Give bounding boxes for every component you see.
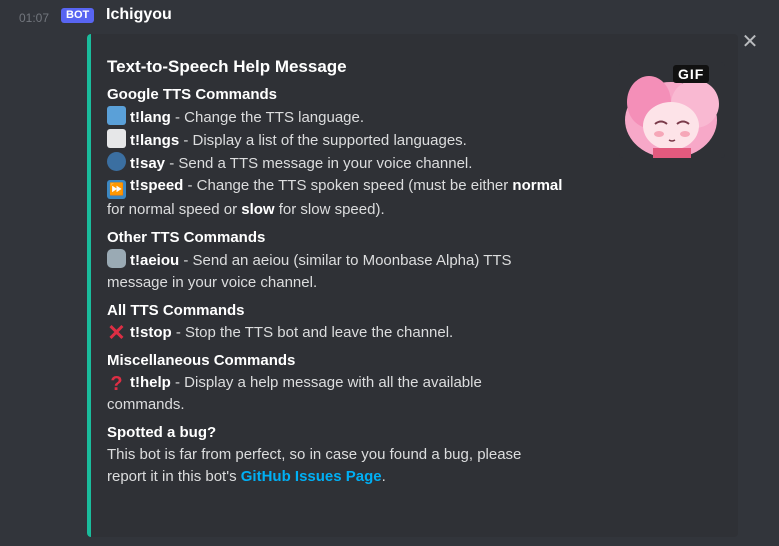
cmd-aeiou-desc-1: - Send an aeiou (similar to Moonbase Alp…	[179, 252, 512, 269]
gif-badge: GIF	[673, 65, 710, 83]
bot-tag: BOT	[61, 8, 95, 23]
cmd-speed-desc-3: for slow speed).	[274, 201, 385, 218]
close-icon[interactable]: ✕	[741, 32, 759, 52]
cmd-speed-desc-1: - Change the TTS spoken speed (must be e…	[183, 177, 513, 194]
cmd-speed-slow: slow	[241, 201, 275, 218]
embed-content: Text-to-Speech Help Message Google TTS C…	[107, 56, 627, 488]
cmd-aeiou-line: t!aeiou - Send an aeiou (similar to Moon…	[107, 249, 627, 294]
cmd-help-desc-1: - Display a help message with all the av…	[170, 374, 482, 391]
speaking-head-icon	[107, 152, 126, 171]
embed-thumbnail-gif[interactable]: GIF	[619, 62, 725, 158]
field-misc: Miscellaneous Commands	[107, 352, 296, 369]
cmd-stop-desc: - Stop the TTS bot and leave the channel…	[171, 324, 454, 341]
cmd-speed-normal: normal	[512, 177, 563, 194]
bug-line-1: This bot is far from perfect, so in case…	[107, 446, 522, 463]
cmd-lang-line: t!lang - Change the TTS language.	[107, 106, 627, 129]
cmd-help-line: ? t!help - Display a help message with al…	[107, 372, 627, 416]
cmd-lang: t!lang	[130, 109, 171, 126]
embed-title: Text-to-Speech Help Message	[107, 57, 347, 76]
cmd-aeiou: t!aeiou	[130, 252, 180, 269]
cmd-help-desc-2: commands.	[107, 396, 185, 413]
cmd-langs-desc: - Display a list of the supported langua…	[179, 132, 467, 149]
page-icon	[107, 129, 126, 148]
cmd-say: t!say	[130, 155, 166, 172]
field-other-tts: Other TTS Commands	[107, 229, 266, 246]
cmd-say-line: t!say - Send a TTS message in your voice…	[107, 152, 627, 175]
cmd-say-desc: - Send a TTS message in your voice chann…	[165, 155, 473, 172]
author-name[interactable]: Ichigyou	[106, 6, 172, 24]
bug-line-2b: .	[381, 468, 386, 485]
robot-icon	[107, 249, 126, 268]
anime-girl-thumbnail-image	[625, 76, 719, 158]
cmd-speed-line: ⏩ t!speed - Change the TTS spoken speed (…	[107, 175, 627, 221]
cmd-stop-line: ✕ t!stop - Stop the TTS bot and leave the…	[107, 322, 627, 344]
field-google-tts: Google TTS Commands	[107, 86, 278, 103]
cmd-lang-desc: - Change the TTS language.	[170, 109, 365, 126]
github-issues-link[interactable]: GitHub Issues Page	[241, 468, 382, 485]
message-timestamp: 01:07	[19, 11, 50, 25]
bug-text: This bot is far from perfect, so in case…	[107, 444, 627, 488]
cmd-speed: t!speed	[130, 177, 184, 194]
cross-mark-icon: ✕	[107, 320, 126, 345]
message-row: 01:07 BOT Ichigyou ✕ GIF Text-to-Speech …	[0, 0, 779, 546]
bug-line-2a: report it in this bot's	[107, 468, 241, 485]
cmd-help: t!help	[130, 374, 171, 391]
cmd-stop: t!stop	[130, 324, 172, 341]
fast-forward-icon: ⏩	[107, 180, 126, 199]
field-bug: Spotted a bug?	[107, 424, 217, 441]
cmd-langs: t!langs	[130, 132, 180, 149]
world-map-icon	[107, 106, 126, 125]
question-mark-icon: ?	[110, 373, 123, 395]
cmd-langs-line: t!langs - Display a list of the supporte…	[107, 129, 627, 152]
cmd-aeiou-desc-2: message in your voice channel.	[107, 274, 318, 291]
field-all-tts: All TTS Commands	[107, 302, 245, 319]
cmd-speed-desc-2: for normal speed or	[107, 201, 242, 218]
